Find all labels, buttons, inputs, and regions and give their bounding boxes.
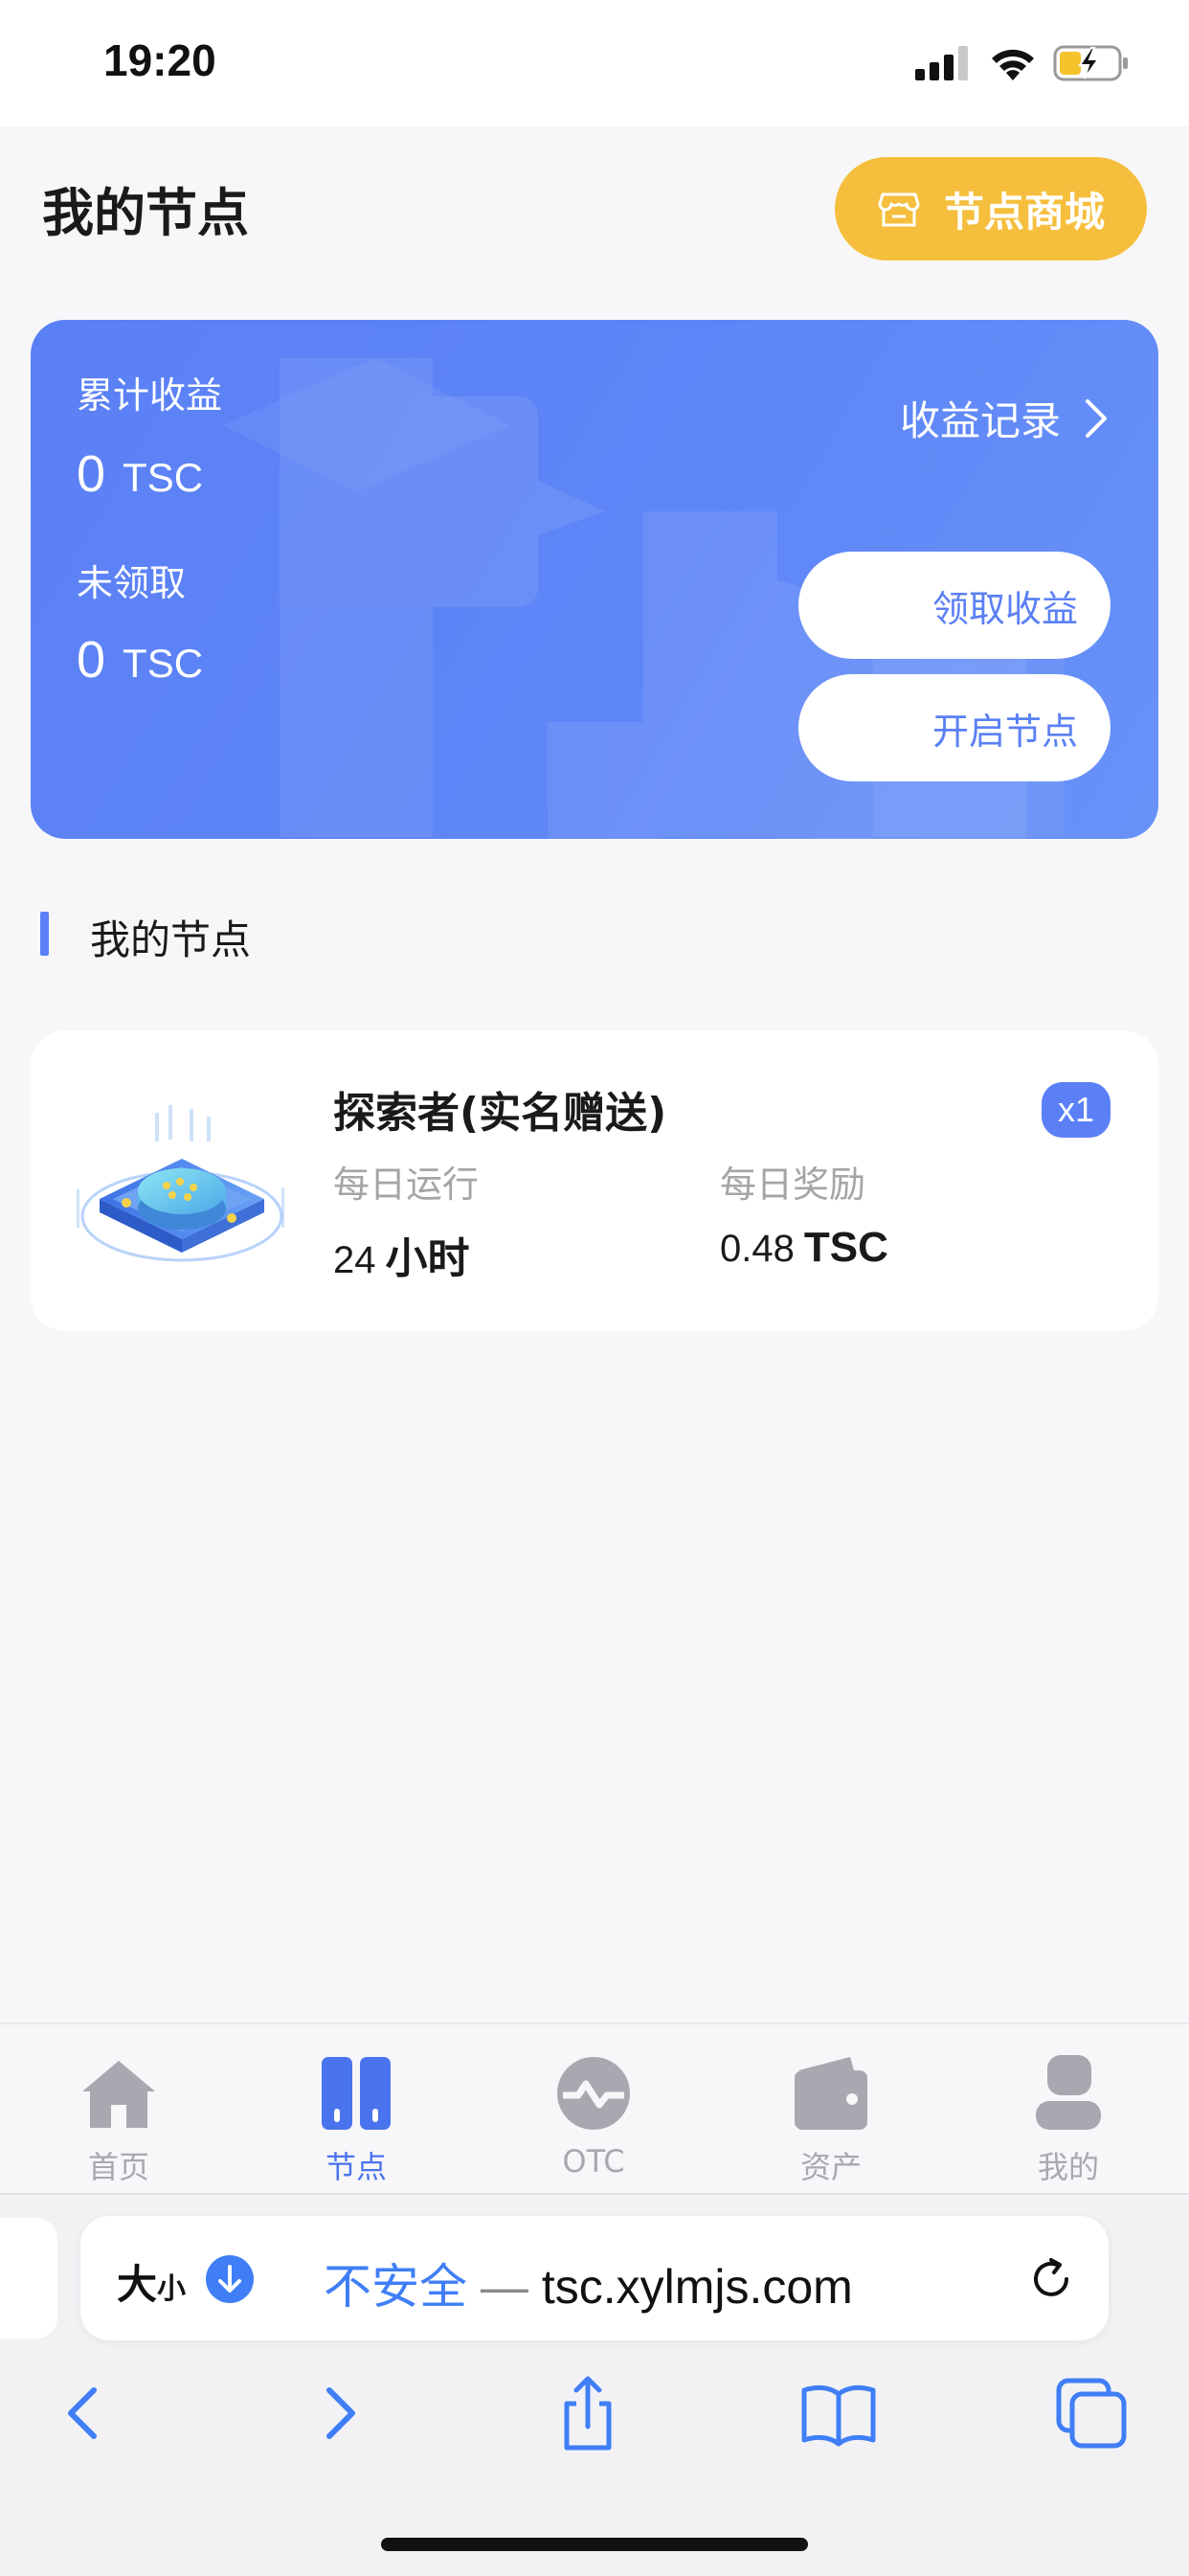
url-host: tsc.xylmjs.com [541,2260,853,2314]
bottom-tab-bar: 首页 节点 OTC 资产 我的 [0,2022,1189,2193]
insecure-label: 不安全 [324,2260,467,2314]
cumulative-earnings-label: 累计收益 [77,374,223,417]
unclaimed-unit: TSC [123,641,204,686]
node-icon [322,2057,391,2130]
share-icon[interactable] [548,2373,628,2453]
earnings-card: 累计收益 0 TSC 未领取 0 TSC 收益记录 领取收益 开启节点 [31,320,1158,839]
wifi-icon [992,49,1034,80]
income-record-link[interactable]: 收益记录 [900,389,1109,447]
daily-reward-number: 0.48 [720,1228,795,1270]
wallet-icon [795,2057,867,2130]
status-time: 19:20 [103,35,216,85]
back-icon[interactable] [44,2373,124,2453]
tab-otc-label: OTC [562,2143,625,2180]
status-bar: 19:20 [0,0,1189,126]
section-title: 我的节点 [90,916,252,963]
node-card[interactable]: 探索者(实名赠送) x1 每日运行 24 小时 每日奖励 0.48 TSC [31,1030,1158,1331]
tab-otc[interactable]: OTC [517,2053,670,2180]
tab-node[interactable]: 节点 [280,2053,433,2187]
income-record-label: 收益记录 [899,397,1061,444]
node-quantity-badge: x1 [1042,1082,1110,1138]
unclaimed-amount: 0 [77,631,106,689]
previous-tab-peek[interactable] [0,2218,57,2339]
text-size-large: 大 [117,2261,158,2308]
chevron-right-icon [1086,398,1107,438]
node-name: 探索者(实名赠送) [333,1089,667,1138]
home-indicator [381,2538,808,2551]
daily-run-unit: 小时 [385,1234,470,1283]
cumulative-earnings-value: 0 TSC [77,444,203,504]
cumulative-earnings-unit: TSC [123,455,204,500]
cellular-signal-icon [915,46,968,80]
node-chip-illustration [77,1105,284,1262]
node-shop-button[interactable]: 节点商城 [835,157,1147,260]
page-title: 我的节点 [42,183,249,243]
tab-node-label: 节点 [325,2149,387,2185]
daily-reward-label: 每日奖励 [720,1164,866,1206]
browser-toolbar: 大小 不安全 — tsc.xylmjs.com [0,2193,1189,2576]
cumulative-earnings-amount: 0 [77,445,106,503]
daily-run-label: 每日运行 [333,1164,480,1206]
start-node-button[interactable]: 开启节点 [798,674,1110,781]
text-size-button[interactable]: 大小 [117,2252,186,2311]
url-separator: — [480,2260,528,2314]
store-icon [878,192,920,227]
download-icon[interactable] [205,2254,255,2304]
bookmarks-icon[interactable] [798,2373,879,2453]
url-display[interactable]: 不安全 — tsc.xylmjs.com [324,2248,853,2317]
battery-charging-icon [1053,45,1128,81]
tabs-icon[interactable] [1051,2373,1132,2453]
daily-reward-unit: TSC [803,1224,888,1271]
daily-run-number: 24 [333,1239,376,1281]
reload-icon[interactable] [1026,2254,1076,2304]
tab-profile-label: 我的 [1037,2149,1099,2185]
otc-icon [557,2057,630,2130]
address-bar[interactable]: 大小 不安全 — tsc.xylmjs.com [80,2216,1109,2340]
unclaimed-value: 0 TSC [77,630,203,689]
tab-home[interactable]: 首页 [42,2053,195,2187]
node-shop-label: 节点商城 [943,188,1105,236]
claim-earnings-button[interactable]: 领取收益 [798,552,1110,659]
daily-reward-value: 0.48 TSC [720,1224,888,1272]
section-accent-bar [40,912,49,956]
tab-assets[interactable]: 资产 [754,2053,908,2187]
home-icon [82,2061,155,2128]
unclaimed-label: 未领取 [77,562,187,604]
tab-profile[interactable]: 我的 [992,2053,1145,2187]
tab-home-label: 首页 [87,2149,149,2185]
text-size-small: 小 [157,2272,187,2306]
tab-assets-label: 资产 [799,2149,862,2185]
daily-run-value: 24 小时 [333,1224,470,1285]
profile-icon [1036,2055,1101,2130]
forward-icon[interactable] [299,2373,379,2453]
